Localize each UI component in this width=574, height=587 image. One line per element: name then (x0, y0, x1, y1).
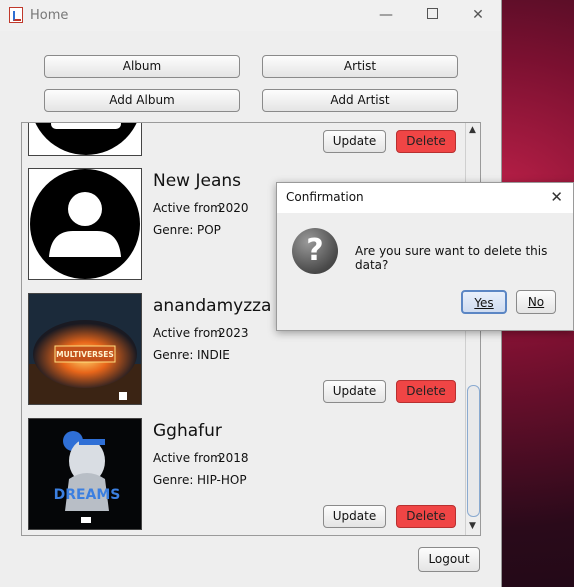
list-item: DREAMS Gghafur Active from 2018 Genre: H… (22, 406, 465, 531)
genre-value: POP (197, 223, 221, 237)
delete-button[interactable]: Delete (396, 505, 456, 528)
update-button[interactable]: Update (323, 380, 386, 403)
artwork-title-multiverses: MULTIVERSES (56, 350, 114, 359)
delete-button[interactable]: Delete (396, 380, 456, 403)
album-artwork: MULTIVERSES (28, 293, 142, 405)
artwork-title-dreams: DREAMS (54, 487, 121, 503)
genre-value: HIP-HOP (197, 473, 247, 487)
close-button[interactable]: ✕ (455, 0, 501, 31)
active-from-label: Active from (153, 201, 222, 215)
scroll-down-icon[interactable]: ▼ (469, 521, 476, 531)
dialog-title-bar: Confirmation ✕ (277, 183, 573, 213)
dialog-title: Confirmation (286, 190, 364, 204)
update-button[interactable]: Update (323, 130, 386, 153)
add-album-button[interactable]: Add Album (44, 89, 240, 112)
maximize-button[interactable] (409, 0, 455, 31)
confirmation-dialog: Confirmation ✕ ? Are you sure want to de… (276, 182, 574, 331)
window-title: Home (30, 8, 69, 23)
active-year: 2020 (218, 201, 249, 215)
question-icon: ? (292, 228, 338, 274)
artist-name: New Jeans (153, 171, 242, 191)
delete-button[interactable]: Delete (396, 130, 456, 153)
artist-name: anandamyzza (153, 296, 272, 316)
active-from-label: Active from (153, 326, 222, 340)
close-icon[interactable]: ✕ (550, 188, 563, 206)
scrollbar-thumb[interactable] (467, 385, 480, 517)
logout-button[interactable]: Logout (418, 547, 480, 572)
genre-value: INDIE (197, 348, 230, 362)
scroll-up-icon[interactable]: ▲ (469, 125, 476, 135)
list-item: Update Delete (22, 123, 465, 156)
minimize-button[interactable]: — (363, 0, 409, 31)
add-artist-button[interactable]: Add Artist (262, 89, 458, 112)
no-button[interactable]: No (516, 290, 556, 314)
artist-name: Gghafur (153, 421, 222, 441)
active-year: 2023 (218, 326, 249, 340)
genre-label: Genre: (153, 223, 194, 237)
active-year: 2018 (218, 451, 249, 465)
java-app-icon (9, 7, 23, 23)
yes-button[interactable]: Yes (461, 290, 507, 314)
genre-label: Genre: (153, 473, 194, 487)
album-artwork: DREAMS (28, 418, 142, 530)
artist-button[interactable]: Artist (262, 55, 458, 78)
update-button[interactable]: Update (323, 505, 386, 528)
genre-label: Genre: (153, 348, 194, 362)
dialog-message: Are you sure want to delete this data? (355, 244, 548, 272)
title-bar: Home — ✕ (0, 0, 501, 31)
artist-photo (28, 123, 142, 156)
album-button[interactable]: Album (44, 55, 240, 78)
artist-photo (28, 168, 142, 280)
active-from-label: Active from (153, 451, 222, 465)
maximize-icon (426, 8, 438, 19)
